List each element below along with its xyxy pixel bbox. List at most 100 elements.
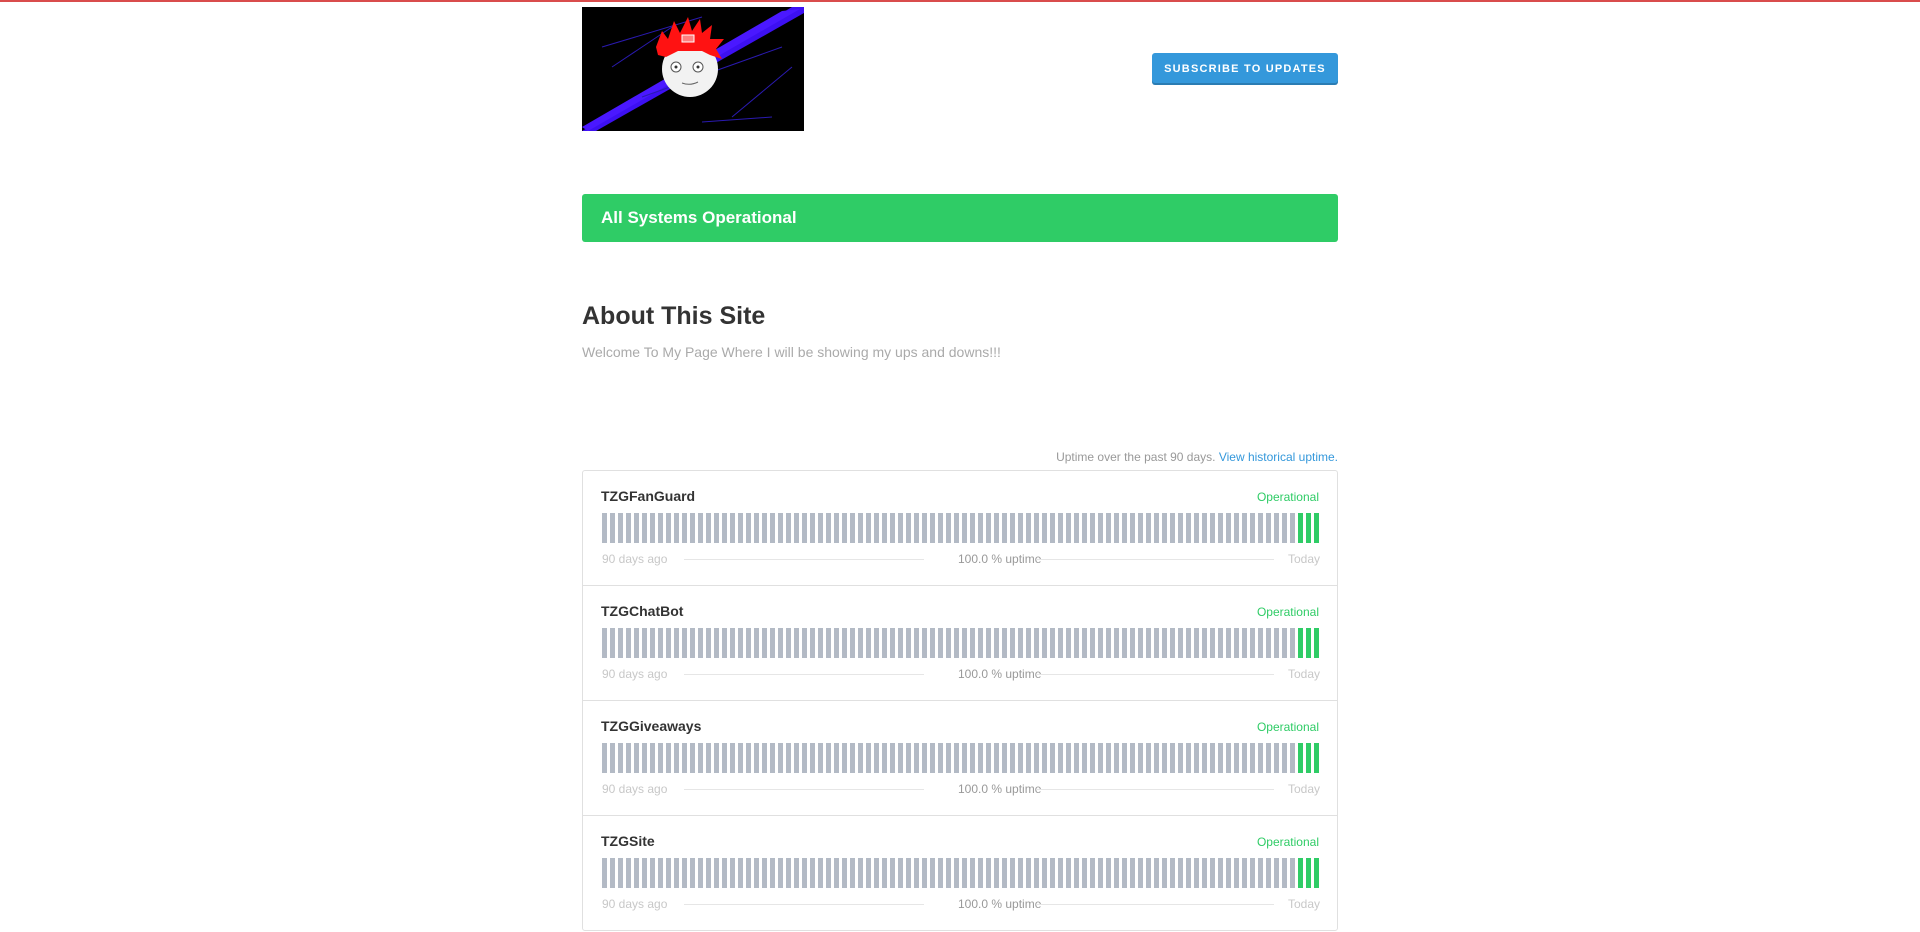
uptime-day-bar[interactable] bbox=[754, 743, 759, 773]
uptime-day-bar[interactable] bbox=[1090, 513, 1095, 543]
uptime-day-bar[interactable] bbox=[1170, 743, 1175, 773]
uptime-day-bar[interactable] bbox=[674, 628, 679, 658]
uptime-day-bar[interactable] bbox=[714, 743, 719, 773]
uptime-day-bar[interactable] bbox=[1250, 513, 1255, 543]
uptime-day-bar[interactable] bbox=[1234, 743, 1239, 773]
uptime-day-bar[interactable] bbox=[938, 628, 943, 658]
uptime-day-bar[interactable] bbox=[930, 513, 935, 543]
uptime-day-bar[interactable] bbox=[874, 858, 879, 888]
uptime-day-bar[interactable] bbox=[826, 628, 831, 658]
uptime-day-bar[interactable] bbox=[946, 743, 951, 773]
uptime-day-bar[interactable] bbox=[1266, 513, 1271, 543]
uptime-day-bar[interactable] bbox=[1026, 628, 1031, 658]
uptime-day-bar[interactable] bbox=[1138, 858, 1143, 888]
uptime-day-bar[interactable] bbox=[1314, 858, 1319, 888]
uptime-day-bar[interactable] bbox=[1066, 743, 1071, 773]
uptime-day-bar[interactable] bbox=[858, 513, 863, 543]
uptime-day-bar[interactable] bbox=[866, 858, 871, 888]
uptime-day-bar[interactable] bbox=[1298, 513, 1303, 543]
uptime-day-bar[interactable] bbox=[818, 628, 823, 658]
uptime-day-bar[interactable] bbox=[946, 513, 951, 543]
uptime-day-bar[interactable] bbox=[754, 513, 759, 543]
uptime-day-bar[interactable] bbox=[1114, 513, 1119, 543]
uptime-day-bar[interactable] bbox=[770, 858, 775, 888]
uptime-day-bar[interactable] bbox=[1226, 858, 1231, 888]
uptime-day-bar[interactable] bbox=[1082, 858, 1087, 888]
uptime-day-bar[interactable] bbox=[826, 513, 831, 543]
uptime-day-bar[interactable] bbox=[1242, 628, 1247, 658]
uptime-day-bar[interactable] bbox=[922, 858, 927, 888]
uptime-day-bar[interactable] bbox=[866, 743, 871, 773]
uptime-day-bar[interactable] bbox=[1122, 743, 1127, 773]
uptime-day-bar[interactable] bbox=[874, 513, 879, 543]
uptime-day-bar[interactable] bbox=[618, 628, 623, 658]
uptime-day-bar[interactable] bbox=[962, 858, 967, 888]
uptime-day-bar[interactable] bbox=[1058, 628, 1063, 658]
uptime-day-bar[interactable] bbox=[1018, 858, 1023, 888]
uptime-day-bar[interactable] bbox=[906, 628, 911, 658]
uptime-day-bar[interactable] bbox=[642, 743, 647, 773]
uptime-day-bar[interactable] bbox=[914, 628, 919, 658]
uptime-day-bar[interactable] bbox=[1210, 628, 1215, 658]
uptime-day-bar[interactable] bbox=[714, 858, 719, 888]
uptime-day-bar[interactable] bbox=[1154, 628, 1159, 658]
uptime-day-bar[interactable] bbox=[1010, 858, 1015, 888]
uptime-day-bar[interactable] bbox=[1154, 858, 1159, 888]
uptime-day-bar[interactable] bbox=[786, 743, 791, 773]
uptime-day-bar[interactable] bbox=[842, 858, 847, 888]
uptime-day-bar[interactable] bbox=[610, 743, 615, 773]
uptime-day-bar[interactable] bbox=[802, 743, 807, 773]
uptime-day-bar[interactable] bbox=[1002, 628, 1007, 658]
uptime-day-bar[interactable] bbox=[1066, 513, 1071, 543]
uptime-day-bar[interactable] bbox=[1082, 513, 1087, 543]
uptime-day-bar[interactable] bbox=[762, 858, 767, 888]
uptime-day-bar[interactable] bbox=[938, 743, 943, 773]
uptime-day-bar[interactable] bbox=[1050, 858, 1055, 888]
uptime-day-bar[interactable] bbox=[1146, 743, 1151, 773]
uptime-day-bar[interactable] bbox=[1050, 513, 1055, 543]
uptime-day-bar[interactable] bbox=[1242, 858, 1247, 888]
uptime-day-bar[interactable] bbox=[626, 628, 631, 658]
uptime-day-bar[interactable] bbox=[810, 628, 815, 658]
uptime-day-bar[interactable] bbox=[882, 513, 887, 543]
uptime-day-bar[interactable] bbox=[1122, 628, 1127, 658]
uptime-day-bar[interactable] bbox=[818, 743, 823, 773]
uptime-day-bar[interactable] bbox=[706, 513, 711, 543]
uptime-day-bar[interactable] bbox=[666, 628, 671, 658]
uptime-day-bar[interactable] bbox=[786, 513, 791, 543]
uptime-day-bar[interactable] bbox=[818, 858, 823, 888]
uptime-day-bar[interactable] bbox=[722, 628, 727, 658]
uptime-day-bar[interactable] bbox=[1090, 858, 1095, 888]
uptime-day-bar[interactable] bbox=[778, 858, 783, 888]
uptime-day-bar[interactable] bbox=[650, 628, 655, 658]
uptime-day-bar[interactable] bbox=[698, 628, 703, 658]
uptime-day-bar[interactable] bbox=[650, 858, 655, 888]
uptime-day-bar[interactable] bbox=[1290, 513, 1295, 543]
uptime-day-bar[interactable] bbox=[706, 743, 711, 773]
uptime-day-bar[interactable] bbox=[690, 513, 695, 543]
uptime-day-bar[interactable] bbox=[1178, 628, 1183, 658]
uptime-day-bar[interactable] bbox=[1002, 858, 1007, 888]
uptime-day-bar[interactable] bbox=[970, 743, 975, 773]
uptime-day-bar[interactable] bbox=[1074, 858, 1079, 888]
uptime-day-bar[interactable] bbox=[1058, 513, 1063, 543]
uptime-day-bar[interactable] bbox=[890, 858, 895, 888]
uptime-day-bar[interactable] bbox=[1178, 743, 1183, 773]
uptime-day-bar[interactable] bbox=[698, 743, 703, 773]
uptime-day-bar[interactable] bbox=[1226, 628, 1231, 658]
uptime-day-bar[interactable] bbox=[1058, 743, 1063, 773]
uptime-day-bar[interactable] bbox=[962, 743, 967, 773]
uptime-day-bar[interactable] bbox=[690, 858, 695, 888]
uptime-day-bar[interactable] bbox=[1106, 743, 1111, 773]
uptime-day-bar[interactable] bbox=[922, 513, 927, 543]
uptime-day-bar[interactable] bbox=[1130, 743, 1135, 773]
uptime-day-bar[interactable] bbox=[1202, 858, 1207, 888]
uptime-day-bar[interactable] bbox=[1090, 628, 1095, 658]
uptime-day-bar[interactable] bbox=[922, 628, 927, 658]
uptime-day-bar[interactable] bbox=[666, 858, 671, 888]
uptime-day-bar[interactable] bbox=[994, 743, 999, 773]
uptime-day-bar[interactable] bbox=[1154, 513, 1159, 543]
uptime-day-bar[interactable] bbox=[658, 858, 663, 888]
uptime-day-bar[interactable] bbox=[898, 513, 903, 543]
uptime-day-bar[interactable] bbox=[650, 513, 655, 543]
